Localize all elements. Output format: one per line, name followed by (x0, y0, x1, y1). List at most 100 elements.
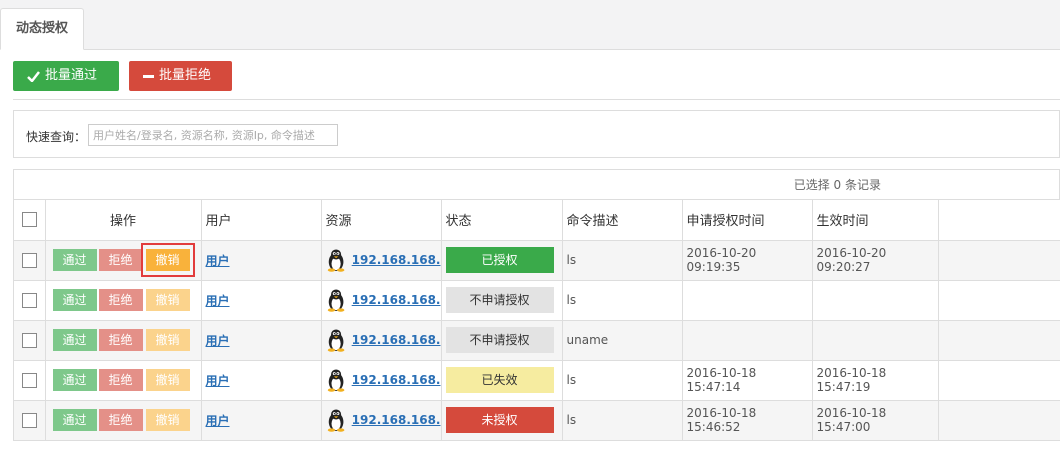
row-effective-time (812, 280, 939, 321)
reject-button[interactable]: 拒绝 (98, 329, 143, 351)
row-empty (938, 320, 1060, 361)
user-link[interactable]: 用户 (206, 414, 230, 428)
row-actions: 通过 拒绝 撤销 (45, 400, 202, 441)
table-row: 通过 拒绝 撤销 用户 192.168.168. 已授权 ls 2016-10-20 09:1… (14, 240, 1060, 281)
linux-penguin-icon (327, 409, 344, 432)
row-apply-time (682, 280, 813, 321)
row-effective-time (812, 320, 939, 361)
row-command: ls (562, 400, 683, 441)
status-badge: 不申请授权 (445, 287, 554, 313)
table-row: 通过 拒绝 撤销 用户 192.168.168. 不申请授权 ls (14, 280, 1060, 321)
user-link[interactable]: 用户 (206, 254, 230, 268)
resource-link[interactable]: 192.168.168. (352, 293, 441, 307)
row-checkbox[interactable] (21, 412, 37, 428)
row-command: uname (562, 320, 683, 361)
revoke-button[interactable]: 撤销 (145, 369, 190, 391)
reject-button[interactable]: 拒绝 (98, 409, 143, 431)
batch-reject-label: 批量拒绝 (159, 68, 212, 83)
linux-penguin-icon (327, 249, 344, 272)
row-user-cell: 用户 (201, 320, 322, 361)
table-row: 通过 拒绝 撤销 用户 192.168.168. 已失效 ls 2016-10-18 15:4… (14, 360, 1060, 401)
header-user: 用户 (201, 200, 322, 241)
revoke-button[interactable]: 撤销 (145, 289, 190, 311)
row-status-cell: 不申请授权 (441, 320, 563, 361)
table-row: 通过 拒绝 撤销 用户 192.168.168. 未授权 ls 2016-10-18 15:4… (14, 400, 1060, 441)
row-empty (938, 240, 1060, 281)
batch-approve-label: 批量通过 (45, 68, 98, 83)
auth-table-container: 已选择 0 条记录 操作 用户 资源 状态 命令描述 申请授权时间 生效时间 通… (13, 169, 1060, 441)
row-resource-cell: 192.168.168. (321, 240, 442, 281)
row-status-cell: 不申请授权 (441, 280, 563, 321)
main-panel: 批量通过 批量拒绝 快速查询： 已选择 0 条记录 (0, 50, 1060, 461)
pass-button[interactable]: 通过 (52, 289, 97, 311)
pass-button[interactable]: 通过 (52, 249, 97, 271)
header-empty (938, 200, 1060, 241)
row-checkbox[interactable] (21, 372, 37, 388)
row-apply-time (682, 320, 813, 361)
status-badge: 已授权 (445, 247, 554, 273)
reject-button[interactable]: 拒绝 (98, 249, 143, 271)
pass-button[interactable]: 通过 (52, 369, 97, 391)
row-status-cell: 已失效 (441, 360, 563, 401)
row-command: ls (562, 280, 683, 321)
reject-button[interactable]: 拒绝 (98, 289, 143, 311)
row-status-cell: 未授权 (441, 400, 563, 441)
status-badge: 不申请授权 (445, 327, 554, 353)
auth-table: 操作 用户 资源 状态 命令描述 申请授权时间 生效时间 通过 拒绝 撤销 用户 192… (14, 200, 1060, 441)
revoke-button[interactable]: 撤销 (145, 329, 190, 351)
row-effective-time: 2016-10-18 15:47:19 (812, 360, 939, 401)
user-link[interactable]: 用户 (206, 294, 230, 308)
row-checkbox[interactable] (21, 252, 37, 268)
row-select-cell (14, 360, 46, 401)
header-command: 命令描述 (562, 200, 683, 241)
minus-icon (143, 74, 154, 78)
row-command: ls (562, 360, 683, 401)
user-link[interactable]: 用户 (206, 334, 230, 348)
revoke-button[interactable]: 撤销 (145, 249, 190, 271)
linux-penguin-icon (327, 369, 344, 392)
row-actions: 通过 拒绝 撤销 (45, 360, 202, 401)
header-status: 状态 (441, 200, 563, 241)
row-command: ls (562, 240, 683, 281)
row-resource-cell: 192.168.168. (321, 400, 442, 441)
row-actions: 通过 拒绝 撤销 (45, 320, 202, 361)
batch-reject-button[interactable]: 批量拒绝 (129, 61, 232, 91)
row-user-cell: 用户 (201, 400, 322, 441)
pass-button[interactable]: 通过 (52, 409, 97, 431)
header-resource: 资源 (321, 200, 442, 241)
tab-dynamic-auth[interactable]: 动态授权 (0, 8, 84, 50)
quick-search-input[interactable] (88, 124, 338, 146)
resource-link[interactable]: 192.168.168. (352, 373, 441, 387)
status-badge: 未授权 (445, 407, 554, 433)
resource-link[interactable]: 192.168.168. (352, 333, 441, 347)
row-actions: 通过 拒绝 撤销 (45, 280, 202, 321)
row-apply-time: 2016-10-18 15:46:52 (682, 400, 813, 441)
row-resource-cell: 192.168.168. (321, 320, 442, 361)
status-badge: 已失效 (445, 367, 554, 393)
row-checkbox[interactable] (21, 292, 37, 308)
row-user-cell: 用户 (201, 360, 322, 401)
revoke-button[interactable]: 撤销 (145, 409, 190, 431)
row-apply-time: 2016-10-18 15:47:14 (682, 360, 813, 401)
pass-button[interactable]: 通过 (52, 329, 97, 351)
linux-penguin-icon (327, 329, 344, 352)
check-icon (27, 70, 40, 82)
row-checkbox[interactable] (21, 332, 37, 348)
quick-search-box: 快速查询： (13, 110, 1060, 158)
selected-count: 已选择 0 条记录 (14, 170, 1060, 200)
row-select-cell (14, 240, 46, 281)
resource-link[interactable]: 192.168.168. (352, 413, 441, 427)
row-select-cell (14, 280, 46, 321)
row-user-cell: 用户 (201, 280, 322, 321)
divider (13, 99, 1060, 100)
row-apply-time: 2016-10-20 09:19:35 (682, 240, 813, 281)
select-all-checkbox[interactable] (21, 212, 37, 228)
resource-link[interactable]: 192.168.168. (352, 253, 441, 267)
row-resource-cell: 192.168.168. (321, 280, 442, 321)
row-empty (938, 280, 1060, 321)
batch-approve-button[interactable]: 批量通过 (13, 61, 119, 91)
reject-button[interactable]: 拒绝 (98, 369, 143, 391)
row-actions: 通过 拒绝 撤销 (45, 240, 202, 281)
user-link[interactable]: 用户 (206, 374, 230, 388)
row-effective-time: 2016-10-18 15:47:00 (812, 400, 939, 441)
